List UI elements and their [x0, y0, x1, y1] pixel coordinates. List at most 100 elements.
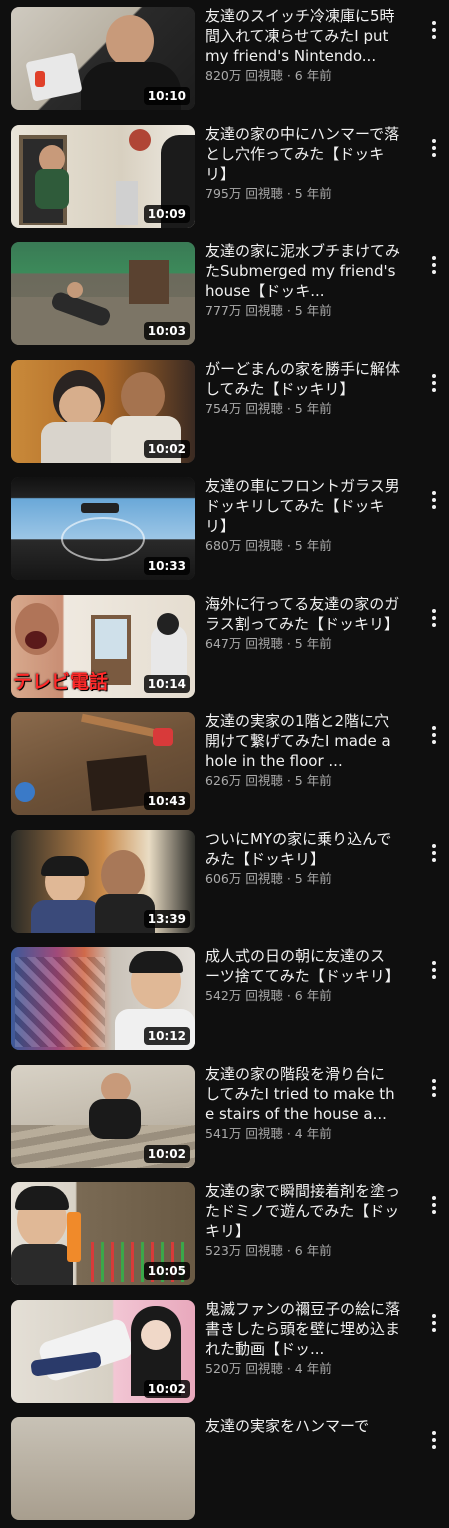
video-info[interactable]: 友達の車にフロントガラス男ドッキリしてみた【ドッキリ】 680万 回視聴 · 5… [205, 476, 400, 554]
more-vert-icon[interactable] [427, 958, 441, 982]
video-info[interactable]: ついにMYの家に乗り込んでみた【ドッキリ】 606万 回視聴 · 5 年前 [205, 829, 400, 887]
more-vert-icon[interactable] [427, 1311, 441, 1335]
meta-separator: · [282, 870, 295, 886]
video-age: 5 年前 [294, 303, 332, 318]
video-info[interactable]: 友達の家に泥水ブチまけてみたSubmerged my friend's hous… [205, 241, 400, 319]
video-duration: 10:14 [143, 674, 190, 693]
video-meta: 795万 回視聴 · 5 年前 [205, 186, 400, 202]
video-thumbnail[interactable]: テレビ電話 10:14 [11, 594, 195, 698]
video-views: 626万 回視聴 [205, 773, 283, 788]
video-title[interactable]: 成人式の日の朝に友達のスーツ捨ててみた【ドッキリ】 [205, 946, 400, 986]
video-meta: 754万 回視聴 · 5 年前 [205, 401, 400, 417]
more-vert-icon[interactable] [427, 1193, 441, 1217]
video-duration: 10:02 [143, 1144, 190, 1163]
video-item[interactable]: 10:02 友達の家の階段を滑り台にしてみたI tried to make th… [0, 1058, 449, 1176]
video-info[interactable]: 成人式の日の朝に友達のスーツ捨ててみた【ドッキリ】 542万 回視聴 · 6 年… [205, 946, 400, 1004]
video-age: 4 年前 [294, 1360, 332, 1376]
video-item[interactable]: 13:39 ついにMYの家に乗り込んでみた【ドッキリ】 606万 回視聴 · 5… [0, 823, 449, 941]
video-views: 680万 回視聴 [205, 538, 283, 553]
meta-separator: · [282, 988, 295, 1003]
video-age: 6 年前 [294, 988, 332, 1003]
meta-separator: · [282, 303, 295, 318]
more-vert-icon[interactable] [427, 136, 441, 160]
video-age: 5 年前 [294, 185, 332, 201]
video-thumbnail[interactable]: 10:02 [11, 1299, 195, 1403]
video-title[interactable]: 鬼滅ファンの禰豆子の絵に落書きしたら頭を壁に埋め込まれた動画【ドッ... [205, 1299, 400, 1359]
video-duration: 10:05 [143, 1262, 190, 1280]
video-title[interactable]: 友達の実家の1階と2階に穴開けて繋げてみたI made a hole in th… [205, 711, 400, 771]
video-meta: 523万 回視聴 · 6 年前 [205, 1243, 400, 1259]
video-meta: 542万 回視聴 · 6 年前 [205, 988, 400, 1004]
video-title[interactable]: 友達の家に泥水ブチまけてみたSubmerged my friend's hous… [205, 241, 400, 301]
video-info[interactable]: 鬼滅ファンの禰豆子の絵に落書きしたら頭を壁に埋め込まれた動画【ドッ... 520… [205, 1299, 400, 1377]
video-thumbnail[interactable]: 10:33 [11, 477, 195, 580]
video-age: 5 年前 [294, 400, 332, 416]
video-duration: 10:09 [143, 204, 190, 223]
video-thumbnail[interactable] [11, 1417, 195, 1520]
video-meta: 520万 回視聴 · 4 年前 [205, 1361, 400, 1377]
more-vert-icon[interactable] [427, 841, 441, 865]
video-age: 6 年前 [294, 68, 332, 83]
video-item[interactable]: 10:33 友達の車にフロントガラス男ドッキリしてみた【ドッキリ】 680万 回… [0, 470, 449, 588]
video-info[interactable]: 海外に行ってる友達の家のガラス割ってみた【ドッキリ】 647万 回視聴 · 5 … [205, 594, 400, 652]
video-info[interactable]: 友達の実家をハンマーで [205, 1416, 400, 1436]
video-title[interactable]: 友達の家の中にハンマーで落とし穴作ってみた【ドッキリ】 [205, 124, 400, 184]
video-item[interactable]: 友達の実家をハンマーで [0, 1410, 449, 1528]
video-thumbnail[interactable]: 10:02 [11, 1064, 195, 1168]
video-views: 520万 回視聴 [205, 1360, 283, 1376]
video-duration: 10:43 [143, 792, 190, 810]
video-thumbnail[interactable]: 13:39 [11, 829, 195, 933]
video-item[interactable]: 10:03 友達の家に泥水ブチまけてみたSubmerged my friend'… [0, 235, 449, 353]
video-duration: 10:10 [143, 87, 190, 105]
meta-separator: · [282, 1125, 295, 1141]
video-item[interactable]: 10:12 成人式の日の朝に友達のスーツ捨ててみた【ドッキリ】 542万 回視聴… [0, 940, 449, 1058]
video-title[interactable]: ついにMYの家に乗り込んでみた【ドッキリ】 [205, 829, 400, 869]
video-thumbnail[interactable]: 10:10 [11, 7, 195, 110]
video-thumbnail[interactable]: 10:09 [11, 124, 195, 228]
video-item[interactable]: 10:09 友達の家の中にハンマーで落とし穴作ってみた【ドッキリ】 795万 回… [0, 118, 449, 236]
video-item[interactable]: 10:02 がーどまんの家を勝手に解体してみた【ドッキリ】 754万 回視聴 ·… [0, 353, 449, 471]
video-meta: 626万 回視聴 · 5 年前 [205, 773, 400, 789]
video-info[interactable]: 友達のスイッチ冷凍庫に5時間入れて凍らせてみたI put my friend's… [205, 6, 400, 84]
video-item[interactable]: 10:43 友達の実家の1階と2階に穴開けて繋げてみたI made a hole… [0, 705, 449, 823]
video-title[interactable]: 友達の車にフロントガラス男ドッキリしてみた【ドッキリ】 [205, 476, 400, 536]
video-views: 542万 回視聴 [205, 988, 283, 1003]
video-info[interactable]: 友達の家の階段を滑り台にしてみたI tried to make the stai… [205, 1064, 400, 1142]
meta-separator: · [282, 773, 295, 788]
video-thumbnail[interactable]: 10:03 [11, 242, 195, 345]
more-vert-icon[interactable] [427, 488, 441, 512]
video-title[interactable]: 友達の家の階段を滑り台にしてみたI tried to make the stai… [205, 1064, 400, 1124]
more-vert-icon[interactable] [427, 723, 441, 747]
video-thumbnail[interactable]: 10:12 [11, 947, 195, 1050]
video-title[interactable]: 友達の家で瞬間接着剤を塗ったドミノで遊んでみた【ドッキリ】 [205, 1181, 400, 1241]
more-vert-icon[interactable] [427, 371, 441, 395]
video-thumbnail[interactable]: 10:05 [11, 1182, 195, 1285]
video-meta: 606万 回視聴 · 5 年前 [205, 871, 400, 887]
video-item[interactable]: 10:02 鬼滅ファンの禰豆子の絵に落書きしたら頭を壁に埋め込まれた動画【ドッ.… [0, 1293, 449, 1411]
video-info[interactable]: 友達の実家の1階と2階に穴開けて繋げてみたI made a hole in th… [205, 711, 400, 789]
video-title[interactable]: 友達のスイッチ冷凍庫に5時間入れて凍らせてみたI put my friend's… [205, 6, 400, 66]
video-thumbnail[interactable]: 10:02 [11, 359, 195, 463]
video-info[interactable]: 友達の家の中にハンマーで落とし穴作ってみた【ドッキリ】 795万 回視聴 · 5… [205, 124, 400, 202]
more-vert-icon[interactable] [427, 253, 441, 277]
more-vert-icon[interactable] [427, 18, 441, 42]
meta-separator: · [282, 635, 295, 651]
video-title[interactable]: 友達の実家をハンマーで [205, 1416, 400, 1436]
video-views: 777万 回視聴 [205, 303, 283, 318]
meta-separator: · [282, 1360, 295, 1376]
more-vert-icon[interactable] [427, 606, 441, 630]
video-title[interactable]: 海外に行ってる友達の家のガラス割ってみた【ドッキリ】 [205, 594, 400, 634]
video-thumbnail[interactable]: 10:43 [11, 712, 195, 815]
video-title[interactable]: がーどまんの家を勝手に解体してみた【ドッキリ】 [205, 359, 400, 399]
more-vert-icon[interactable] [427, 1428, 441, 1452]
meta-separator: · [282, 1243, 295, 1258]
video-item[interactable]: 10:10 友達のスイッチ冷凍庫に5時間入れて凍らせてみたI put my fr… [0, 0, 449, 118]
video-info[interactable]: 友達の家で瞬間接着剤を塗ったドミノで遊んでみた【ドッキリ】 523万 回視聴 ·… [205, 1181, 400, 1259]
video-age: 5 年前 [294, 538, 332, 553]
video-age: 6 年前 [294, 1243, 332, 1258]
video-item[interactable]: 10:05 友達の家で瞬間接着剤を塗ったドミノで遊んでみた【ドッキリ】 523万… [0, 1175, 449, 1293]
more-vert-icon[interactable] [427, 1076, 441, 1100]
video-item[interactable]: テレビ電話 10:14 海外に行ってる友達の家のガラス割ってみた【ドッキリ】 6… [0, 588, 449, 706]
video-info[interactable]: がーどまんの家を勝手に解体してみた【ドッキリ】 754万 回視聴 · 5 年前 [205, 359, 400, 417]
video-views: 820万 回視聴 [205, 68, 283, 83]
